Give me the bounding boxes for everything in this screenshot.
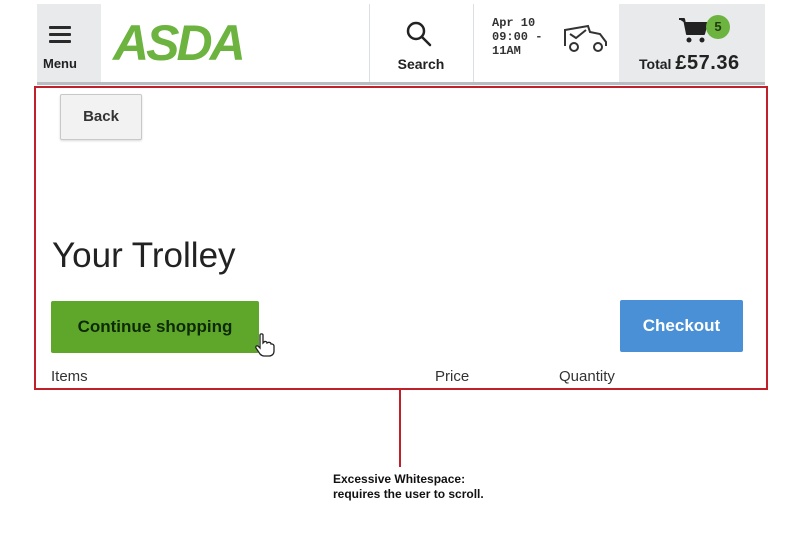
hand-cursor-icon [255, 333, 275, 357]
total-amount: £57.36 [675, 52, 740, 74]
column-header-price: Price [435, 368, 470, 385]
slot-time-start: 09:00 - [492, 30, 543, 44]
column-header-items: Items [51, 368, 88, 385]
column-header-quantity: Quantity [559, 368, 615, 385]
annotation-pointer [399, 388, 401, 467]
annotation-line-1: Excessive Whitespace: [333, 472, 466, 486]
annotation-text: Excessive Whitespace: requires the user … [333, 472, 484, 502]
continue-shopping-button[interactable]: Continue shopping [51, 301, 259, 353]
search-label: Search [397, 56, 445, 72]
delivery-van-icon [564, 24, 607, 52]
menu-button[interactable]: Menu [37, 4, 101, 82]
cart-total: Total £57.36 [639, 52, 740, 75]
header-divider [473, 4, 474, 82]
search-icon [406, 21, 432, 47]
slot-date: Apr 10 [492, 16, 536, 30]
cart-button[interactable]: 5 Total £57.36 [619, 4, 765, 82]
menu-label: Menu [43, 56, 77, 71]
total-label: Total [639, 56, 672, 72]
back-button[interactable]: Back [60, 94, 142, 140]
hamburger-icon [49, 26, 71, 47]
checkout-button[interactable]: Checkout [620, 300, 743, 352]
delivery-slot[interactable]: Apr 10 09:00 - 11AM [492, 16, 542, 58]
cart-icon [679, 18, 708, 43]
slot-time-end: 11AM [492, 44, 521, 58]
annotation-line-2: requires the user to scroll. [333, 487, 484, 501]
page-title: Your Trolley [52, 236, 236, 275]
search-button[interactable]: Search [369, 4, 473, 82]
asda-logo[interactable]: ASDA [113, 14, 246, 72]
site-header: Menu ASDA Search Apr 10 09:00 - 11AM 5 T… [37, 4, 765, 85]
cart-count-badge: 5 [706, 15, 730, 39]
